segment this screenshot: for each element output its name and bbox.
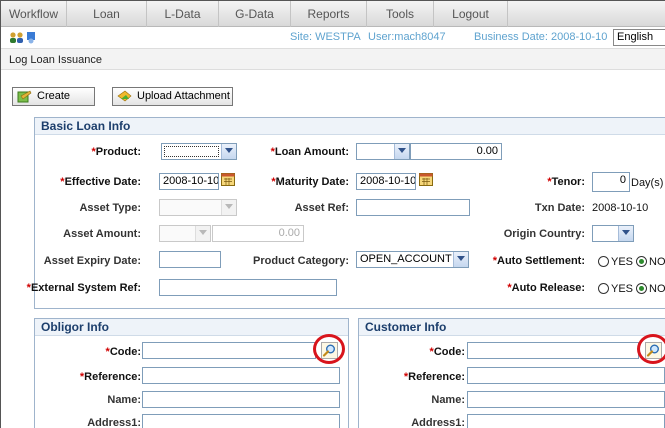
user-label: User:mach8047	[368, 31, 446, 43]
effective-date-label: *Effective Date:	[60, 176, 141, 188]
product-label: *Product:	[91, 146, 141, 158]
asset-currency-select[interactable]	[159, 225, 211, 242]
customer-name-label: Name:	[431, 394, 465, 406]
obligor-info-title: Obligor Info	[35, 319, 348, 336]
chevron-down-icon	[195, 226, 210, 241]
maturity-date-label: *Maturity Date:	[271, 176, 349, 188]
tenor-input[interactable]: 0	[592, 172, 630, 192]
language-value: English	[617, 31, 654, 43]
create-label: Create	[37, 90, 71, 102]
calendar-icon[interactable]	[419, 173, 433, 186]
chevron-down-icon	[618, 226, 633, 241]
loan-amount-label: *Loan Amount:	[270, 146, 349, 158]
chevron-down-icon	[394, 144, 409, 159]
customer-name-input[interactable]	[467, 391, 665, 408]
chevron-down-icon	[453, 252, 468, 267]
menu-g-data[interactable]: G-Data	[219, 1, 291, 27]
obligor-reference-label: *Reference:	[79, 371, 141, 383]
asset-ref-input[interactable]	[356, 199, 470, 216]
effective-date-input[interactable]: 2008-10-10	[159, 173, 219, 190]
auto-release-no-radio[interactable]	[636, 283, 647, 294]
asset-amount-input[interactable]: 0.00	[212, 225, 304, 242]
upload-icon	[117, 90, 132, 102]
auto-settlement-yes-radio[interactable]	[598, 256, 609, 267]
product-category-value: OPEN_ACCOUNT	[360, 253, 452, 265]
menu-bar: Workflow Loan L-Data G-Data Reports Tool…	[1, 1, 665, 27]
info-bar: Site: WESTPA User:mach8047 Business Date…	[1, 27, 665, 47]
asset-expiry-input[interactable]	[159, 251, 221, 268]
obligor-code-label: *Code:	[105, 346, 141, 358]
product-category-label: Product Category:	[253, 255, 349, 267]
highlight-ring	[313, 334, 345, 364]
currency-select[interactable]	[356, 143, 410, 160]
page-title: Log Loan Issuance	[9, 54, 102, 66]
menu-reports[interactable]: Reports	[291, 1, 367, 27]
create-icon	[17, 90, 32, 103]
page-title-bar: Log Loan Issuance	[1, 48, 665, 70]
external-ref-label: *External System Ref:	[26, 282, 141, 294]
basic-loan-info-title: Basic Loan Info	[35, 118, 665, 135]
asset-expiry-label: Asset Expiry Date:	[43, 255, 141, 267]
menu-logout[interactable]: Logout	[434, 1, 508, 27]
product-category-select[interactable]: OPEN_ACCOUNT	[356, 251, 469, 268]
language-select[interactable]: English	[613, 29, 665, 46]
asset-ref-label: Asset Ref:	[294, 202, 349, 214]
create-button[interactable]: Create	[12, 87, 95, 106]
menu-loan[interactable]: Loan	[67, 1, 147, 27]
upload-attachment-button[interactable]: Upload Attachment	[112, 87, 233, 106]
obligor-address1-input[interactable]	[142, 414, 340, 428]
asset-type-select[interactable]	[159, 199, 237, 216]
origin-country-label: Origin Country:	[503, 228, 585, 240]
auto-release-label: *Auto Release:	[507, 282, 585, 294]
upload-label: Upload Attachment	[137, 90, 230, 102]
product-select[interactable]	[161, 143, 237, 160]
auto-settlement-no-label: NO	[649, 256, 665, 268]
site-label: Site: WESTPA	[290, 31, 361, 43]
customer-reference-label: *Reference:	[403, 371, 465, 383]
customer-info-title: Customer Info	[359, 319, 665, 336]
tenor-unit: Day(s)	[631, 177, 664, 189]
customer-address1-label: Address1:	[411, 417, 465, 428]
highlight-ring	[637, 334, 665, 364]
auto-settlement-yes-label: YES	[611, 256, 634, 268]
chevron-down-icon	[221, 144, 236, 159]
asset-amount-label: Asset Amount:	[63, 228, 141, 240]
users-icon[interactable]	[9, 30, 37, 44]
origin-country-select[interactable]	[592, 225, 634, 242]
obligor-code-input[interactable]	[142, 342, 316, 359]
asset-type-label: Asset Type:	[79, 202, 141, 214]
menu-tools[interactable]: Tools	[367, 1, 434, 27]
maturity-date-input[interactable]: 2008-10-10	[356, 173, 416, 190]
customer-address1-input[interactable]	[467, 414, 665, 428]
loan-amount-input[interactable]: 0.00	[410, 143, 502, 160]
chevron-down-icon	[221, 200, 236, 215]
auto-release-yes-label: YES	[611, 283, 634, 295]
auto-settlement-label: *Auto Settlement:	[492, 255, 585, 267]
obligor-name-input[interactable]	[142, 391, 340, 408]
customer-code-input[interactable]	[467, 342, 639, 359]
obligor-address1-label: Address1:	[87, 417, 141, 428]
auto-release-yes-radio[interactable]	[598, 283, 609, 294]
customer-code-label: *Code:	[429, 346, 465, 358]
business-date-label: Business Date: 2008-10-10	[474, 31, 608, 43]
customer-reference-input[interactable]	[467, 367, 665, 384]
auto-settlement-no-radio[interactable]	[636, 256, 647, 267]
product-focus-box	[164, 146, 219, 157]
obligor-name-label: Name:	[107, 394, 141, 406]
menu-workflow[interactable]: Workflow	[1, 1, 67, 27]
txn-date-label: Txn Date:	[534, 202, 585, 214]
calendar-icon[interactable]	[221, 173, 235, 186]
tenor-label: *Tenor:	[547, 176, 585, 188]
txn-date-value: 2008-10-10	[592, 202, 649, 214]
external-ref-input[interactable]	[159, 279, 337, 296]
auto-release-no-label: NO	[649, 283, 665, 295]
obligor-reference-input[interactable]	[142, 367, 340, 384]
menu-l-data[interactable]: L-Data	[147, 1, 219, 27]
